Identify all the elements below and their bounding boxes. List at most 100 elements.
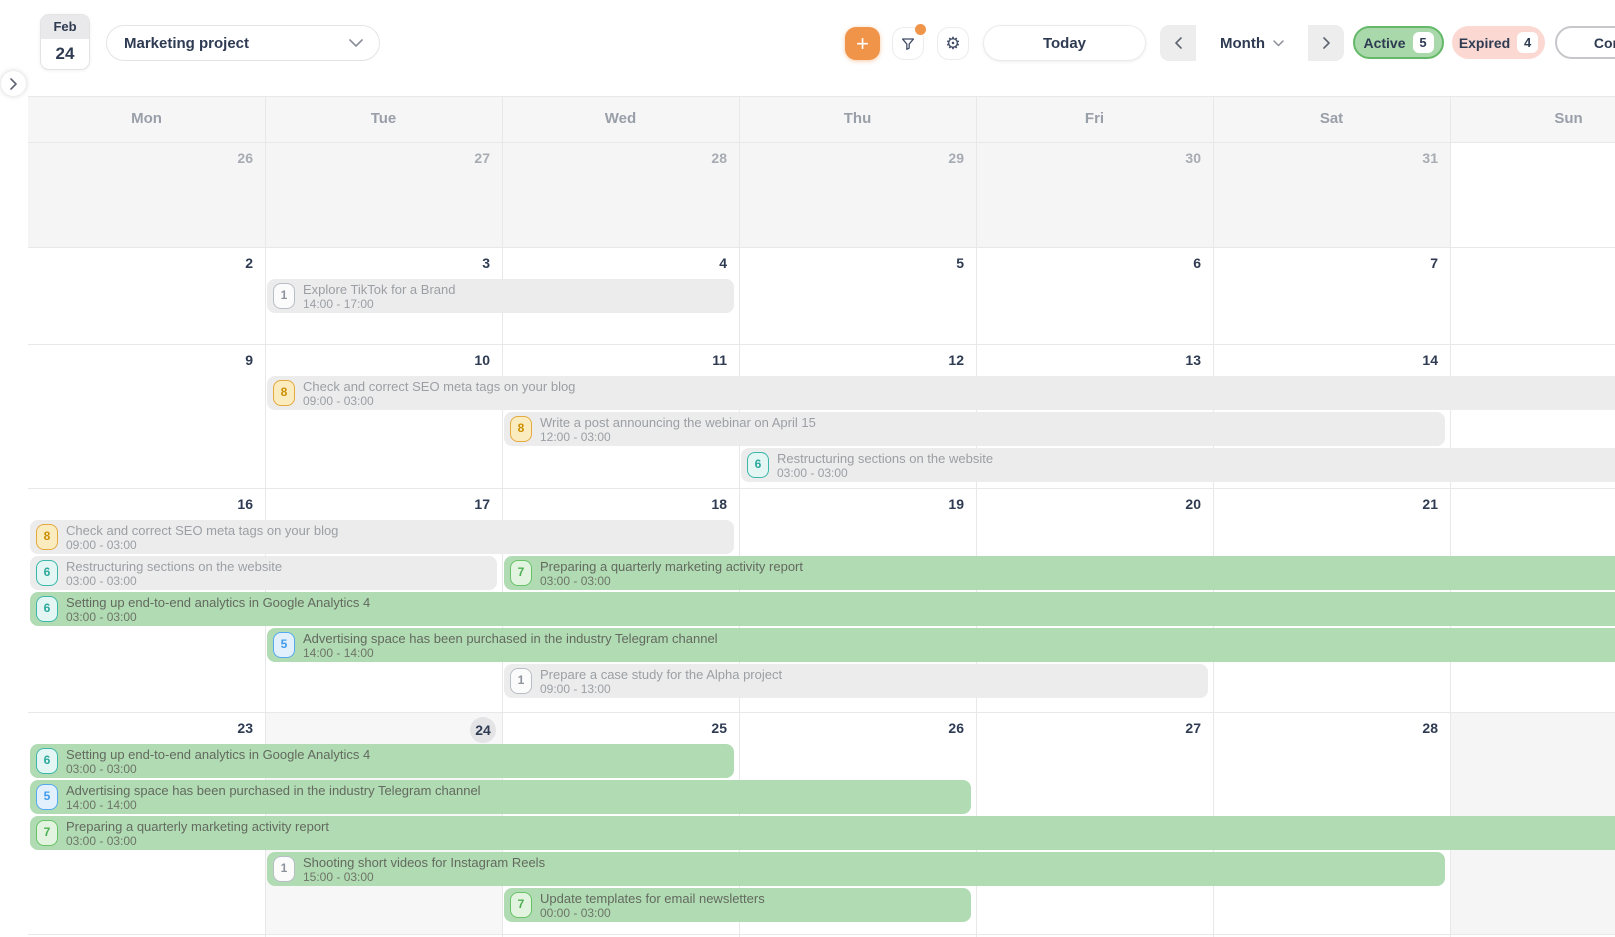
event-time: 14:00 - 14:00 [66, 798, 137, 812]
event-title: Write a post announcing the webinar on A… [540, 415, 816, 430]
day-cell[interactable]: 27 [265, 142, 502, 247]
day-cell[interactable]: 5 [739, 247, 976, 344]
event-title: Restructuring sections on the website [777, 451, 993, 466]
event-time: 03:00 - 03:00 [777, 466, 848, 480]
event-time: 14:00 - 14:00 [303, 646, 374, 660]
view-select[interactable]: Month [1196, 25, 1308, 61]
grid-row-line [28, 96, 1615, 97]
event-bar[interactable]: 8 Check and correct SEO meta tags on your… [267, 376, 1615, 410]
prev-period-button[interactable] [1160, 25, 1196, 61]
grid-row-line [28, 344, 1615, 345]
event-bar[interactable]: 6Restructuring sections on the website03… [741, 448, 1615, 482]
date-widget-month: Feb [41, 15, 89, 39]
status-filter-count: 5 [1413, 32, 1434, 53]
event-time: 15:00 - 03:00 [303, 870, 374, 884]
event-title: Shooting short videos for Instagram Reel… [303, 855, 545, 870]
notification-dot [915, 24, 926, 35]
day-header: Mon [28, 96, 265, 142]
day-number: 9 [245, 352, 253, 368]
day-cell[interactable]: 29 [739, 142, 976, 247]
event-number-badge: 8 [36, 524, 58, 550]
grid-row-line [28, 488, 1615, 489]
day-number: 28 [711, 150, 727, 166]
day-header: Sat [1213, 96, 1450, 142]
event-time: 03:00 - 03:00 [540, 574, 611, 588]
event-number-badge: 1 [273, 856, 295, 882]
event-bar[interactable]: 1Prepare a case study for the Alpha proj… [504, 664, 1208, 698]
event-number-badge: 1 [510, 668, 532, 694]
event-bar[interactable]: 6Setting up end-to-end analytics in Goog… [30, 592, 1615, 626]
sidebar-expand-button[interactable] [1, 71, 26, 96]
event-bar[interactable]: 6Restructuring sections on the website03… [30, 556, 497, 590]
event-time: 09:00 - 13:00 [540, 682, 611, 696]
event-time: 03:00 - 03:00 [66, 834, 137, 848]
day-cell[interactable]: 9 [28, 344, 265, 488]
event-time: 12:00 - 03:00 [540, 430, 611, 444]
day-cell[interactable]: 6 [976, 247, 1213, 344]
event-bar[interactable]: 7Preparing a quarterly marketing activit… [30, 816, 1615, 850]
grid-column-line [1450, 96, 1451, 937]
day-cell[interactable]: 7 [1213, 247, 1450, 344]
event-title: Setting up end-to-end analytics in Googl… [66, 595, 370, 610]
status-filter-completed[interactable]: Completed [1555, 26, 1615, 59]
grid-column-line [1213, 96, 1214, 937]
status-filter-label: Active [1363, 35, 1405, 51]
event-title: Update templates for email newsletters [540, 891, 765, 906]
day-number: 17 [474, 496, 490, 512]
day-number: 24 [470, 717, 496, 743]
day-number: 7 [1430, 255, 1438, 271]
event-number-badge: 1 [273, 283, 295, 309]
today-button[interactable]: Today [983, 25, 1146, 61]
event-bar[interactable]: 5Advertising space has been purchased in… [267, 628, 1615, 662]
event-title: Advertising space has been purchased in … [303, 631, 718, 646]
chevron-right-icon [1323, 37, 1330, 49]
grid-row-line [28, 247, 1615, 248]
event-number-badge: 8 [273, 380, 295, 406]
event-bar[interactable]: 5Advertising space has been purchased in… [30, 780, 971, 814]
day-cell[interactable]: 31 [1213, 142, 1450, 247]
event-bar[interactable]: 8Write a post announcing the webinar on … [504, 412, 1445, 446]
event-number-badge: 7 [36, 820, 58, 846]
event-bar[interactable]: 7Update templates for email newsletters0… [504, 888, 971, 922]
event-bar[interactable]: 8Check and correct SEO meta tags on your… [30, 520, 734, 554]
status-filter-expired[interactable]: Expired 4 [1452, 26, 1545, 59]
event-bar[interactable]: 1Explore TikTok for a Brand14:00 - 17:00 [267, 279, 734, 313]
chevron-right-icon [10, 78, 17, 90]
event-time: 09:00 - 03:00 [66, 538, 137, 552]
event-title: Advertising space has been purchased in … [66, 783, 481, 798]
event-bar[interactable]: 6Setting up end-to-end analytics in Goog… [30, 744, 734, 778]
settings-button[interactable]: ⚙ [937, 27, 969, 60]
day-number: 26 [237, 150, 253, 166]
day-header: Tue [265, 96, 502, 142]
event-number-badge: 6 [36, 560, 58, 586]
day-cell[interactable]: 26 [28, 142, 265, 247]
day-number: 2 [245, 255, 253, 271]
event-bar[interactable]: 7Preparing a quarterly marketing activit… [504, 556, 1615, 590]
day-number: 31 [1422, 150, 1438, 166]
grid-row-line [28, 712, 1615, 713]
event-time: 14:00 - 17:00 [303, 297, 374, 311]
event-bar[interactable]: 1 Shooting short videos for Instagram Ree… [267, 852, 1445, 886]
project-select[interactable]: Marketing project [106, 25, 380, 61]
chevron-down-icon [1273, 40, 1284, 47]
day-number: 28 [1422, 720, 1438, 736]
filter-button[interactable] [892, 27, 924, 60]
day-cell[interactable]: 28 [502, 142, 739, 247]
event-number-badge: 6 [36, 748, 58, 774]
next-period-button[interactable] [1308, 25, 1344, 61]
day-cell[interactable]: 2 [28, 247, 265, 344]
add-event-button[interactable]: + [845, 27, 880, 60]
status-filter-active[interactable]: Active 5 [1353, 26, 1444, 59]
chevron-left-icon [1175, 37, 1182, 49]
day-number: 21 [1422, 496, 1438, 512]
event-number-badge: 7 [510, 892, 532, 918]
event-title: Check and correct SEO meta tags on your … [303, 379, 575, 394]
day-number: 25 [711, 720, 727, 736]
grid-row-line [28, 142, 1615, 143]
day-cell[interactable]: 30 [976, 142, 1213, 247]
day-cell[interactable]: 10 [265, 344, 502, 488]
date-widget: Feb 24 [40, 14, 90, 70]
day-cell[interactable] [1450, 142, 1615, 247]
day-cell[interactable] [1450, 247, 1615, 344]
status-filter-label: Expired [1459, 35, 1510, 51]
